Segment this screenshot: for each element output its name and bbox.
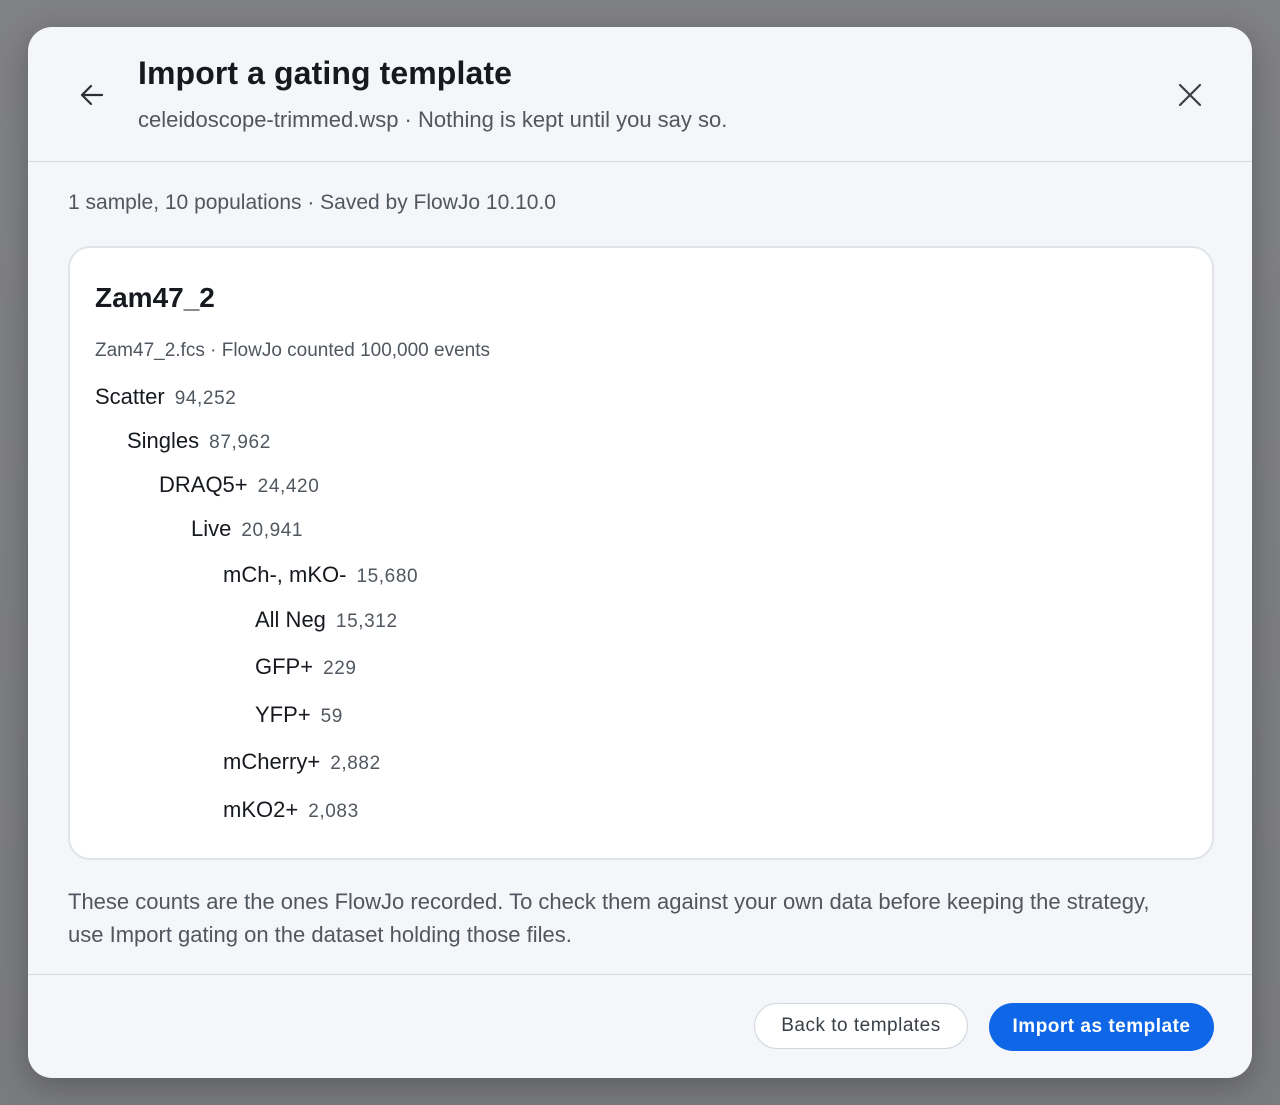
population-row: All Neg 15,312 (255, 607, 398, 633)
population-row: mKO2+ 2,083 (223, 797, 359, 823)
sample-meta: Zam47_2.fcs · FlowJo counted 100,000 eve… (95, 340, 491, 361)
population-label: mKO2+ (223, 797, 299, 822)
back-button[interactable] (72, 75, 112, 115)
close-icon (1178, 83, 1202, 107)
import-template-dialog: Import a gating template celeidoscope-tr… (28, 27, 1252, 1078)
population-row: Live 20,941 (191, 516, 303, 542)
population-count: 15,680 (356, 566, 419, 587)
population-label: Live (191, 516, 232, 541)
population-row: mCherry+ 2,882 (223, 749, 381, 775)
population-count: 87,962 (209, 432, 271, 453)
population-count: 2,882 (330, 753, 381, 774)
population-row: YFP+ 59 (255, 702, 343, 728)
population-label: Scatter (95, 384, 165, 409)
import-as-template-button[interactable]: Import as template (989, 1003, 1214, 1051)
population-count: 20,941 (241, 520, 304, 541)
population-row: DRAQ5+ 24,420 (159, 472, 319, 498)
population-label: GFP+ (255, 654, 314, 679)
population-count: 94,252 (174, 388, 237, 409)
population-count: 2,083 (308, 801, 359, 822)
arrow-left-icon (80, 84, 104, 106)
back-to-templates-button[interactable]: Back to templates (754, 1003, 968, 1049)
population-label: DRAQ5+ (159, 472, 248, 497)
close-button[interactable] (1170, 75, 1210, 115)
population-row: mCh-, mKO- 15,680 (223, 562, 418, 588)
population-count: 15,312 (335, 611, 398, 632)
population-count: 59 (320, 706, 343, 727)
population-count: 24,420 (257, 476, 320, 497)
dialog-header: Import a gating template celeidoscope-tr… (28, 27, 1252, 162)
verification-note: These counts are the ones FlowJo recorde… (68, 889, 1150, 947)
population-label: YFP+ (255, 702, 311, 727)
population-label: mCherry+ (223, 749, 321, 774)
dialog-title: Import a gating template (138, 55, 512, 91)
population-row: Scatter 94,252 (95, 384, 236, 410)
sample-card: Zam47_2 Zam47_2.fcs · FlowJo counted 100… (68, 246, 1214, 860)
dialog-footer: Back to templates Import as template (28, 974, 1252, 1078)
sample-name: Zam47_2 (95, 282, 215, 313)
population-label: mCh-, mKO- (223, 562, 347, 587)
population-row: GFP+ 229 (255, 654, 357, 680)
population-label: Singles (127, 428, 200, 453)
population-label: All Neg (255, 607, 326, 632)
population-count: 229 (323, 658, 357, 679)
population-row: Singles 87,962 (127, 428, 271, 454)
dialog-subtitle: celeidoscope-trimmed.wsp · Nothing is ke… (138, 107, 728, 132)
workspace-summary: 1 sample, 10 populations · Saved by Flow… (68, 191, 556, 214)
